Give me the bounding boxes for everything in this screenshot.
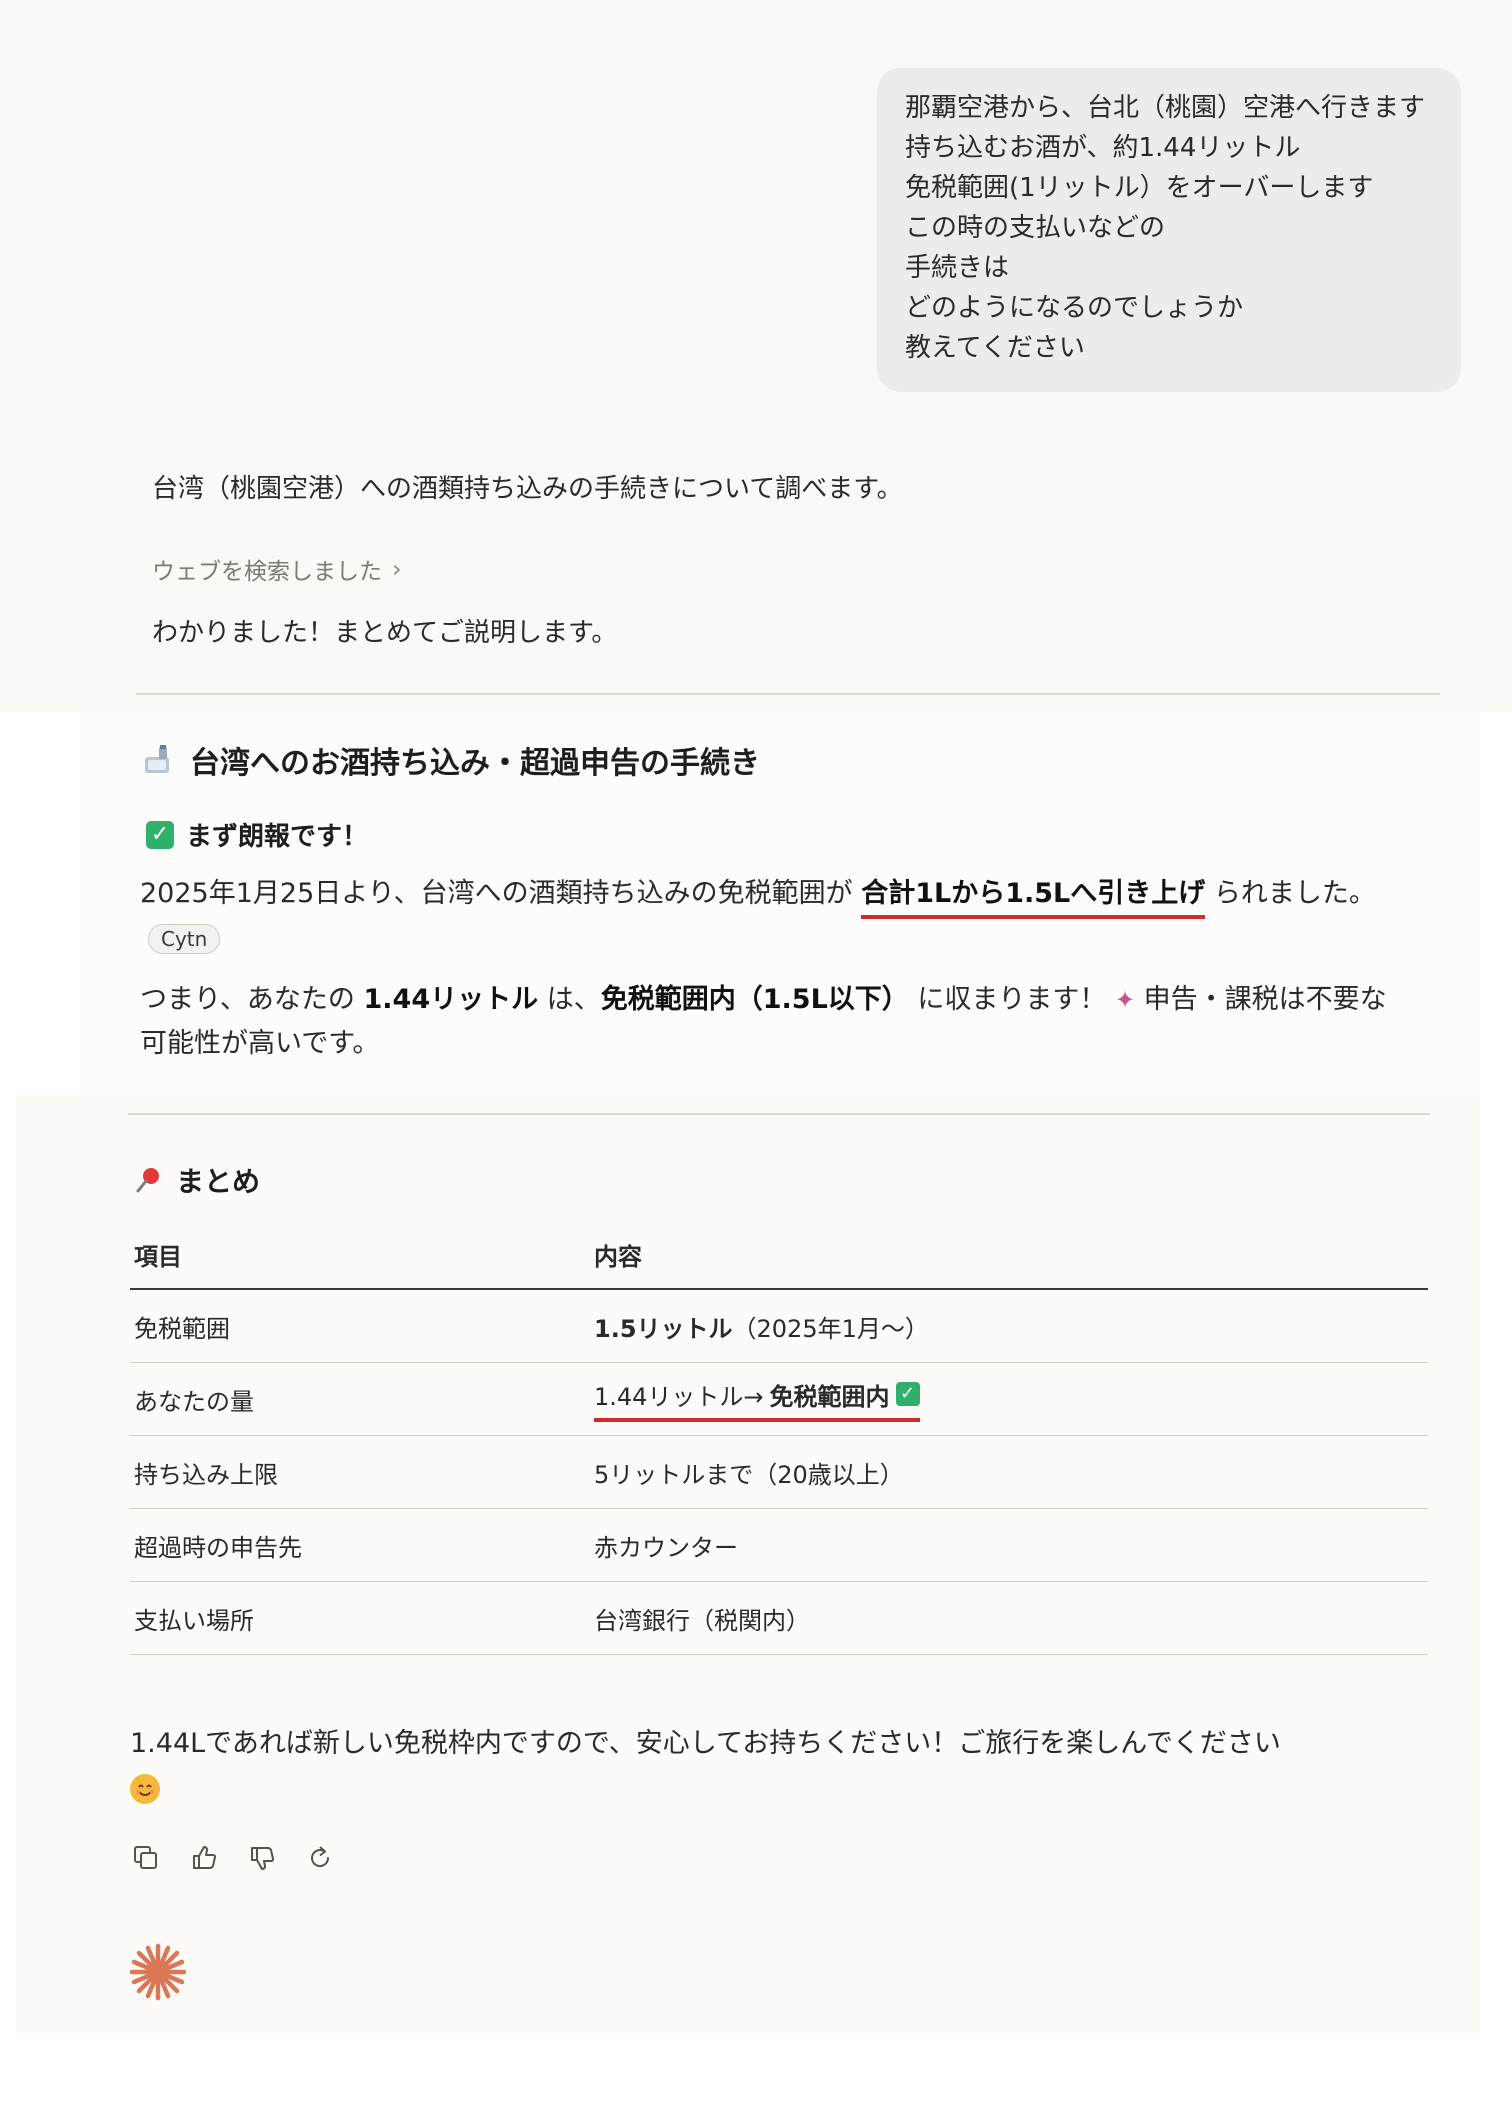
- table-cell-label: あなたの量: [130, 1362, 594, 1436]
- table-cell-value: 1.5リットル（2025年1月〜）: [594, 1289, 1428, 1363]
- retry-button[interactable]: [304, 1842, 336, 1874]
- good-news-heading: ✓ まず朗報です！: [146, 816, 368, 853]
- amount-within-limit-paragraph: つまり、あなたの 1.44リットル は、免税範囲内（1.5L以下） に収まります…: [140, 978, 1390, 1066]
- bold-text: 1.5リットル: [594, 1314, 733, 1343]
- web-search-toggle[interactable]: ウェブを検索しました ›: [152, 552, 402, 586]
- check-box-icon: ✓: [146, 820, 174, 849]
- section-divider: [136, 693, 1440, 695]
- citation-chip[interactable]: Cytn: [148, 923, 221, 954]
- copy-button[interactable]: [130, 1842, 162, 1874]
- duty-free-update-paragraph: 2025年1月25日より、台湾への酒類持ち込みの免税範囲が 合計1Lから1.5L…: [140, 872, 1390, 960]
- copy-icon: [134, 1846, 157, 1869]
- bold-text: 免税範囲内（1.5L以下）: [600, 984, 909, 1015]
- table-cell-value: 1.44リットル→ 免税範囲内 ✓: [594, 1362, 1428, 1436]
- table-header-cell: 項目: [130, 1220, 594, 1290]
- section-divider: [128, 1113, 1430, 1115]
- paragraph-text: られました。: [1205, 878, 1376, 909]
- table-header-cell: 内容: [594, 1220, 1428, 1290]
- thumbs-down-button[interactable]: [246, 1842, 278, 1874]
- sake-bottle-icon: [142, 743, 176, 777]
- table-row: 免税範囲 1.5リットル（2025年1月〜）: [130, 1289, 1428, 1363]
- user-message-line: 教えてください: [905, 333, 1085, 363]
- cell-text: （2025年1月〜）: [732, 1314, 929, 1343]
- table-cell-label: 超過時の申告先: [130, 1508, 594, 1582]
- claude-spark-icon: [128, 1942, 188, 2002]
- table-cell-value: 5リットルまで（20歳以上）: [594, 1435, 1428, 1509]
- user-message-line: 那覇空港から、台北（桃園）空港へ行きます: [905, 93, 1426, 123]
- table-row: 支払い場所 台湾銀行（税関内）: [130, 1581, 1428, 1655]
- thumbs-up-icon: [193, 1846, 216, 1869]
- good-news-title: まず朗報です！: [186, 822, 369, 852]
- user-message-line: どのようになるのでしょうか: [905, 293, 1244, 323]
- assistant-ack-text: わかりました！まとめてご説明します。: [152, 618, 618, 648]
- table-header-row: 項目 内容: [130, 1220, 1428, 1290]
- thumbs-down-icon: [251, 1847, 274, 1870]
- table-row: あなたの量 1.44リットル→ 免税範囲内 ✓: [130, 1362, 1428, 1436]
- section-title: 台湾へのお酒持ち込み・超過申告の手続き: [190, 746, 760, 781]
- table-cell-label: 持ち込み上限: [130, 1435, 594, 1509]
- cell-text: 1.44リットル→: [594, 1382, 764, 1411]
- section-heading: 台湾へのお酒持ち込み・超過申告の手続き: [142, 738, 760, 782]
- highlighted-cell-content: 1.44リットル→ 免税範囲内 ✓: [594, 1377, 920, 1422]
- table-row: 持ち込み上限 5リットルまで（20歳以上）: [130, 1435, 1428, 1509]
- table-row: 超過時の申告先 赤カウンター: [130, 1508, 1428, 1582]
- smiling-face-icon: [130, 1773, 160, 1804]
- paragraph-text: 2025年1月25日より、台湾への酒類持ち込みの免税範囲が: [140, 878, 862, 909]
- thumbs-up-button[interactable]: [188, 1842, 220, 1874]
- summary-heading: まとめ: [134, 1160, 260, 1200]
- table-cell-value: 台湾銀行（税関内）: [594, 1581, 1428, 1655]
- web-search-label: ウェブを検索しました: [152, 559, 382, 585]
- highlighted-text: 合計1Lから1.5Lへ引き上げ: [861, 878, 1206, 919]
- party-popper-icon: ✦: [1114, 986, 1136, 1014]
- message-actions: [130, 1842, 336, 1874]
- bold-text: 免税範囲内: [769, 1382, 890, 1411]
- summary-title: まとめ: [176, 1165, 261, 1198]
- chevron-right-icon: ›: [392, 555, 402, 583]
- user-message-line: この時の支払いなどの: [905, 213, 1166, 243]
- closing-paragraph: 1.44Lであれば新しい免税枠内ですので、安心してお持ちください！ご旅行を楽しん…: [130, 1722, 1420, 1810]
- chat-canvas: 那覇空港から、台北（桃園）空港へ行きます 持ち込むお酒が、約1.44リットル 免…: [0, 0, 1512, 2116]
- table-cell-value: 赤カウンター: [594, 1508, 1428, 1582]
- check-box-icon: ✓: [895, 1382, 920, 1406]
- user-message-line: 免税範囲(1リットル）をオーバーします: [905, 173, 1374, 203]
- bold-text: 1.44リットル: [363, 984, 539, 1015]
- summary-table: 項目 内容 免税範囲 1.5リットル（2025年1月〜） あなたの量 1.44リ…: [130, 1220, 1428, 1655]
- retry-icon: [311, 1846, 330, 1867]
- assistant-intro-text: 台湾（桃園空港）への酒類持ち込みの手続きについて調べます。: [152, 474, 903, 504]
- user-message-line: 持ち込むお酒が、約1.44リットル: [905, 133, 1301, 163]
- closing-text: 1.44Lであれば新しい免税枠内ですので、安心してお持ちください！ご旅行を楽しん…: [130, 1728, 1281, 1759]
- user-message-bubble: 那覇空港から、台北（桃園）空港へ行きます 持ち込むお酒が、約1.44リットル 免…: [877, 68, 1461, 392]
- user-message-line: 手続きは: [905, 253, 1010, 283]
- paragraph-text: は、: [538, 984, 601, 1015]
- pushpin-icon: [134, 1165, 164, 1195]
- table-cell-label: 免税範囲: [130, 1289, 594, 1363]
- table-cell-label: 支払い場所: [130, 1581, 594, 1655]
- paragraph-text: つまり、あなたの: [140, 984, 364, 1015]
- paragraph-text: に収まります！: [908, 984, 1107, 1015]
